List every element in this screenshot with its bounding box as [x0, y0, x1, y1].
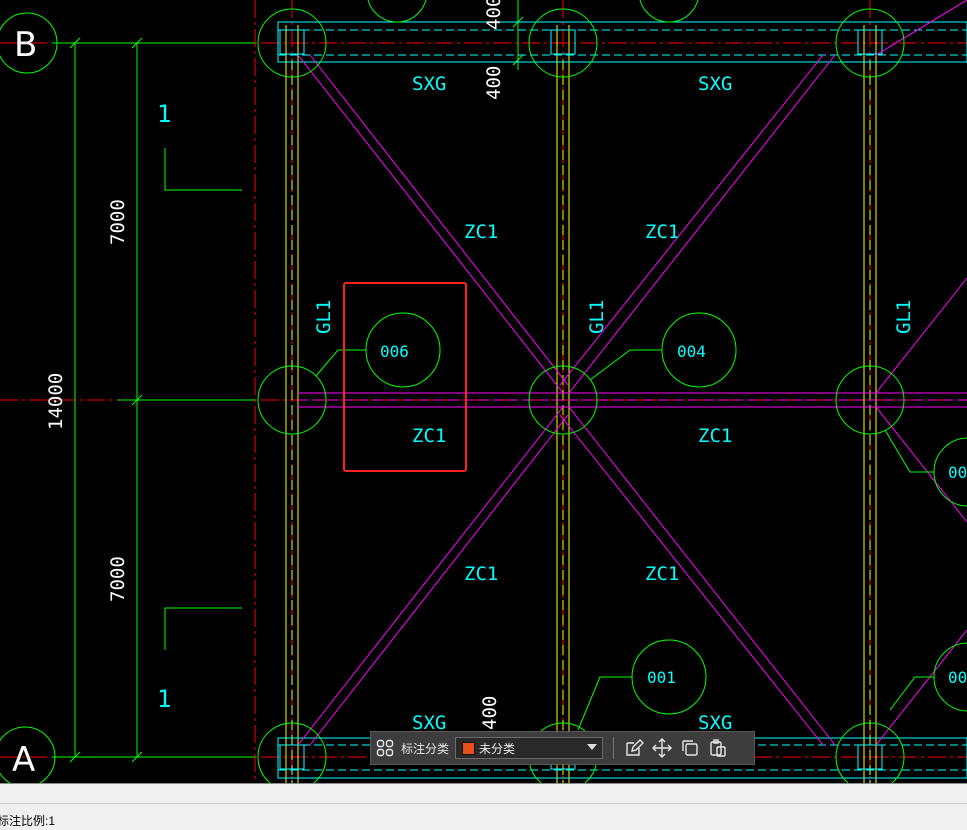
axis-label-b: B: [14, 25, 37, 65]
chevron-down-icon: [587, 744, 598, 750]
column-lines: [285, 25, 877, 783]
toolbar-divider: [613, 737, 615, 759]
label-zc1-2: ZC1: [645, 221, 679, 243]
dim-top-a: 400: [483, 0, 505, 30]
category-color-swatch: [462, 741, 476, 755]
label-zc1-3: ZC1: [412, 425, 446, 447]
balloon-006[interactable]: 006: [380, 342, 409, 361]
axis-label-a: A: [12, 740, 35, 780]
dimension-lines: [52, 0, 524, 763]
label-zc1-5: ZC1: [464, 563, 498, 585]
edit-icon[interactable]: [620, 734, 648, 762]
label-gl1-right: GL1: [893, 300, 915, 334]
axis-center-lines: [0, 0, 967, 783]
section-mark-top: 1: [157, 100, 171, 128]
status-scale-text: 标注比例:1: [0, 814, 56, 828]
dim-overall: 14000: [45, 373, 67, 430]
balloon-right-b[interactable]: 00: [948, 668, 967, 687]
balloon-004[interactable]: 004: [677, 342, 706, 361]
node-circles: [257, 0, 967, 783]
dim-top-b: 400: [483, 66, 505, 100]
annotation-toolbar: 标注分类 未分类: [370, 731, 755, 765]
label-zc1-6: ZC1: [645, 563, 679, 585]
dim-lower: 7000: [107, 556, 129, 602]
grid-icon[interactable]: [371, 734, 399, 762]
label-sxg-tl: SXG: [412, 73, 446, 95]
label-zc1-4: ZC1: [698, 425, 732, 447]
selection-box[interactable]: [343, 282, 467, 472]
status-bar: 标注比例:1: [0, 803, 967, 830]
category-select-value: 未分类: [479, 741, 516, 756]
label-gl1-left: GL1: [313, 300, 335, 334]
status-separator: [0, 783, 967, 804]
label-sxg-tr: SXG: [698, 73, 732, 95]
balloon-001[interactable]: 001: [647, 668, 676, 687]
dim-upper: 7000: [107, 199, 129, 245]
section-mark-bottom: 1: [157, 685, 171, 713]
balloon-right-a[interactable]: 00: [948, 463, 967, 482]
cad-drawing-canvas[interactable]: B A 14000 7000 7000 400 400 400 1 1 SXG …: [0, 0, 967, 783]
copy-icon[interactable]: [676, 734, 704, 762]
label-gl1-mid: GL1: [586, 300, 608, 334]
dim-bottom: 400: [479, 696, 501, 730]
paste-icon[interactable]: [704, 734, 732, 762]
label-zc1-1: ZC1: [464, 221, 498, 243]
bracing-lines: [297, 0, 967, 746]
category-select[interactable]: 未分类: [455, 737, 604, 759]
move-icon[interactable]: [648, 734, 676, 762]
toolbar-label: 标注分类: [401, 741, 450, 756]
